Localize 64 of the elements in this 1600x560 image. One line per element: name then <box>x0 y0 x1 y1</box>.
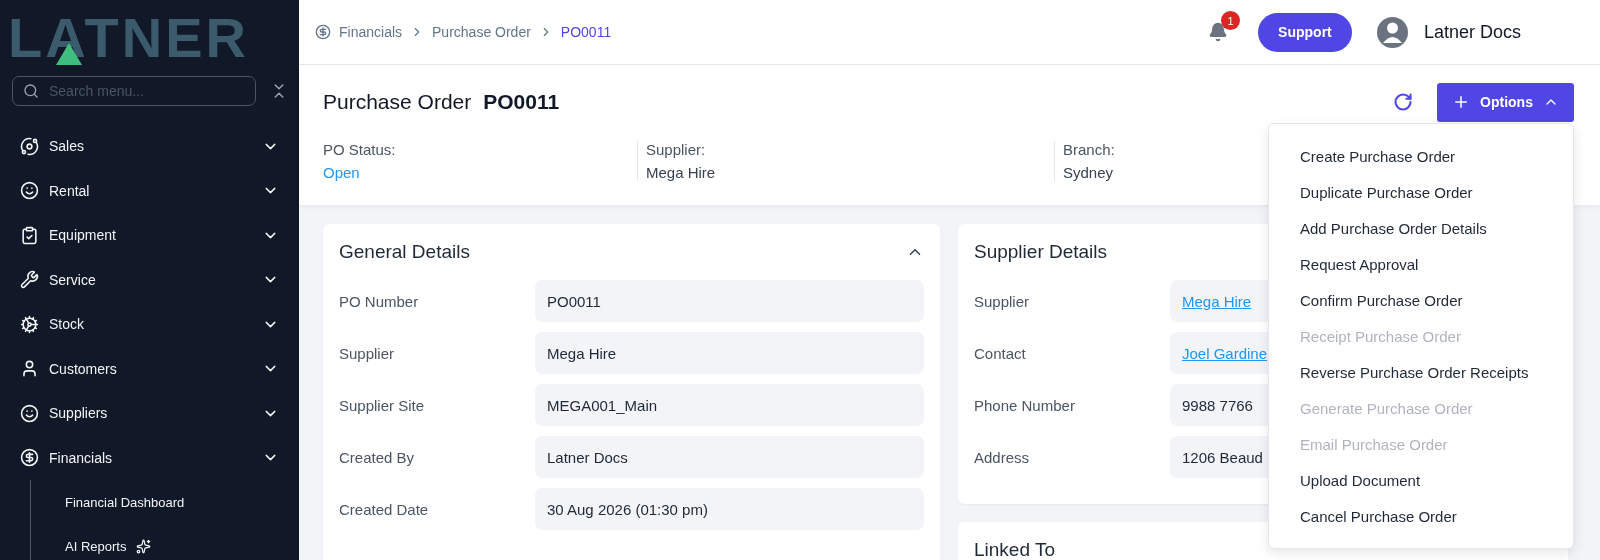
field-label: Address <box>974 448 1031 466</box>
refresh-button[interactable] <box>1393 92 1413 112</box>
field-value: Latner Docs <box>535 436 924 478</box>
menu-item[interactable]: Cancel Purchase Order <box>1269 498 1573 534</box>
search-field[interactable]: Search menu... <box>12 76 256 106</box>
avatar-icon[interactable] <box>1376 16 1408 48</box>
field-label: Supplier <box>974 292 1031 310</box>
field-label: Supplier <box>339 344 396 362</box>
dollar-circle-icon <box>20 448 39 468</box>
info-value: Sydney <box>1063 164 1114 181</box>
page-title-text: Purchase Order <box>323 90 472 114</box>
nav-item[interactable]: Suppliers <box>0 391 299 436</box>
menu-item[interactable]: Create Purchase Order <box>1269 138 1573 174</box>
nav-item[interactable]: Service <box>0 257 299 302</box>
breadcrumb-link[interactable]: Purchase Order <box>432 24 531 40</box>
info-label: Branch: <box>1063 141 1115 158</box>
menu-item[interactable]: Duplicate Purchase Order <box>1269 174 1573 210</box>
face-icon <box>20 181 39 201</box>
support-button[interactable]: Support <box>1257 12 1352 52</box>
field-label: Created Date <box>339 500 430 518</box>
notification-badge: 1 <box>1220 11 1240 30</box>
status-value: Open <box>323 164 360 181</box>
user-name[interactable]: Latner Docs <box>1423 21 1521 43</box>
card-title: Supplier Details <box>974 241 1108 263</box>
cog-icon <box>20 314 39 334</box>
nav-subitem[interactable]: AI Reports <box>65 539 127 555</box>
field-label: Supplier Site <box>339 396 426 414</box>
field-value: 30 Aug 2026 (01:30 pm) <box>535 488 924 530</box>
user-icon <box>20 359 39 379</box>
sparkle-icon <box>136 539 152 555</box>
nav-item[interactable]: Equipment <box>0 213 299 258</box>
clipboard-check-icon <box>20 225 39 245</box>
field-value: MEGA001_Main <box>535 384 924 426</box>
nav-item[interactable]: Financials <box>0 435 299 480</box>
info-label: Supplier: <box>646 141 706 158</box>
card-title: Linked To <box>974 539 1055 560</box>
info-value: Mega Hire <box>646 164 716 181</box>
dollar-circle-icon <box>315 24 331 40</box>
menu-item[interactable]: Confirm Purchase Order <box>1269 282 1573 318</box>
card-title: General Details <box>339 241 470 263</box>
face-icon <box>20 403 39 423</box>
field-value: PO0011 <box>535 280 924 322</box>
network-icon <box>20 136 39 156</box>
wrench-icon <box>20 270 39 290</box>
options-button[interactable]: Options <box>1437 82 1574 122</box>
po-number: PO0011 <box>483 90 560 114</box>
nav-item[interactable]: Rental <box>0 168 299 213</box>
nav-subitem[interactable]: Financial Dashboard <box>65 494 185 510</box>
info-label: PO Status: <box>323 141 396 158</box>
company-logo: LATNER <box>8 10 249 66</box>
field-label: Contact <box>974 344 1027 362</box>
field-label: PO Number <box>339 292 420 310</box>
breadcrumb-link[interactable]: PO0011 <box>560 24 612 40</box>
menu-item[interactable]: Add Purchase Order Details <box>1269 210 1573 246</box>
menu-item[interactable]: Request Approval <box>1269 246 1573 282</box>
field-value: Mega Hire <box>535 332 924 374</box>
breadcrumb-link[interactable]: Financials <box>339 24 403 40</box>
field-label: Phone Number <box>974 396 1076 414</box>
field-label: Created By <box>339 448 416 466</box>
search-icon <box>23 83 39 99</box>
bell-icon[interactable] <box>1207 22 1228 42</box>
nav-item[interactable]: Customers <box>0 346 299 391</box>
nav-item[interactable]: Sales <box>0 124 299 169</box>
nav-item[interactable]: Stock <box>0 302 299 347</box>
